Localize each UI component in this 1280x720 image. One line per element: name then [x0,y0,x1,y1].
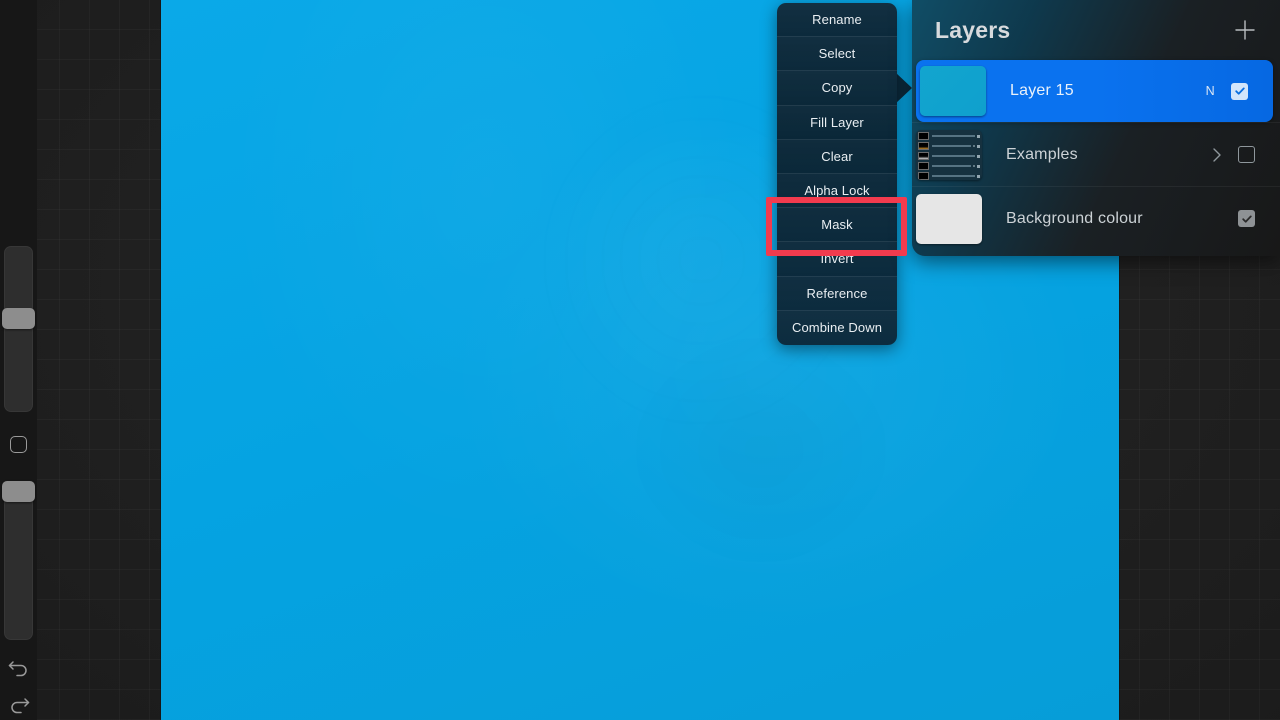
mini-checkbox [977,144,980,148]
layers-list: Layer 15 N Examples Background colour [912,60,1280,250]
brush-size-slider[interactable] [2,246,35,412]
context-menu-item-rename[interactable]: Rename [777,3,897,38]
context-menu-item-reference[interactable]: Reference [777,276,897,311]
nested-layers-preview [916,130,982,180]
background-visibility-checkbox[interactable] [1238,210,1255,227]
mini-checkbox [977,164,980,168]
context-menu-item-combine-down[interactable]: Combine Down [777,310,897,345]
brush-size-slider-thumb[interactable] [2,308,35,329]
layer-group-name: Examples [1006,145,1078,163]
tool-sidebar [0,0,37,720]
layers-panel-title: Layers [935,17,1011,43]
undo-arrow-icon[interactable] [6,654,32,680]
add-layer-plus-icon[interactable] [1232,17,1258,43]
context-menu-item-mask[interactable]: Mask [777,208,897,243]
mini-label [932,155,975,157]
chevron-right-icon[interactable] [1210,145,1224,165]
layer-visibility-checkbox[interactable] [1231,82,1248,100]
procreate-app-window: Rename Select Copy Fill Layer Clear Alph… [0,0,1280,720]
mini-swatch [918,172,929,180]
context-menu-item-copy[interactable]: Copy [777,71,897,106]
mini-swatch [918,132,929,140]
mini-label [932,145,971,147]
mini-checkbox [977,134,980,138]
context-menu-pointer [895,72,912,104]
layer-group-thumbnail[interactable] [916,129,982,180]
background-colour-thumbnail[interactable] [916,193,982,244]
context-menu-item-alpha-lock[interactable]: Alpha Lock [777,173,897,209]
layers-panel-header: Layers [912,0,1280,60]
context-menu-item-clear[interactable]: Clear [777,139,897,174]
mini-blend [973,145,975,147]
layer-row-background-colour[interactable]: Background colour [912,186,1280,250]
opacity-slider[interactable] [2,481,35,640]
layer-blend-mode[interactable]: N [1206,84,1215,98]
layers-panel: Layers Layer 15 N Examples Background co… [912,0,1280,256]
mini-label [932,165,971,167]
mini-label [932,135,975,137]
layer-row-examples[interactable]: Examples [912,122,1280,186]
redo-arrow-icon[interactable] [6,691,32,717]
layer-thumbnail[interactable] [920,66,986,116]
layer-name: Layer 15 [1010,82,1074,99]
mini-checkbox [977,154,980,158]
opacity-slider-thumb[interactable] [2,481,35,502]
mini-blend [973,165,975,167]
mini-swatch [918,142,929,150]
context-menu-item-select[interactable]: Select [777,37,897,72]
layer-row-layer-15[interactable]: Layer 15 N [916,60,1273,122]
modify-square-icon[interactable] [10,436,27,453]
mini-swatch [918,162,929,170]
context-menu-item-invert[interactable]: Invert [777,242,897,277]
mini-checkbox [977,174,980,178]
layer-context-menu: Rename Select Copy Fill Layer Clear Alph… [777,3,897,345]
mini-label [932,175,975,177]
mini-swatch [918,152,929,160]
context-menu-item-fill-layer[interactable]: Fill Layer [777,105,897,140]
background-colour-name: Background colour [1006,209,1143,227]
layer-visibility-checkbox[interactable] [1238,146,1255,163]
